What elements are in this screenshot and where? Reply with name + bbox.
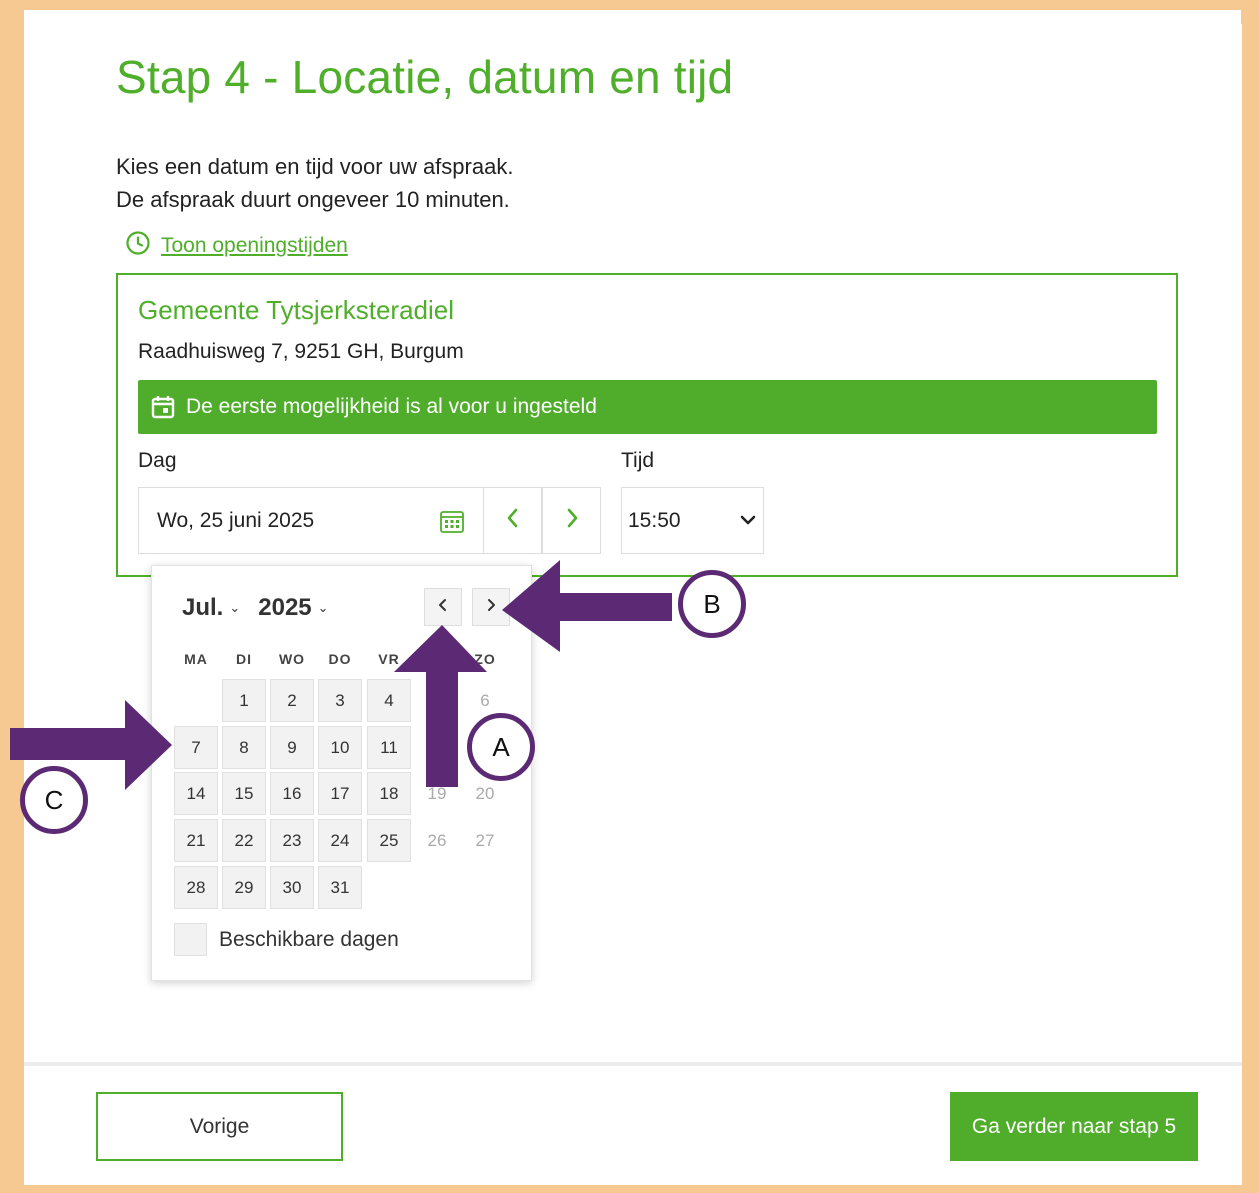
footer-divider [24,1062,1242,1066]
annotation-marker-b: B [678,570,746,638]
annotation-marker-c: C [20,766,88,834]
next-step-button[interactable]: Ga verder naar stap 5 [950,1092,1198,1161]
arrow-b [502,560,672,652]
annotation-arrows [10,560,672,790]
previous-button[interactable]: Vorige [96,1092,343,1161]
annotation-marker-a: A [467,713,535,781]
